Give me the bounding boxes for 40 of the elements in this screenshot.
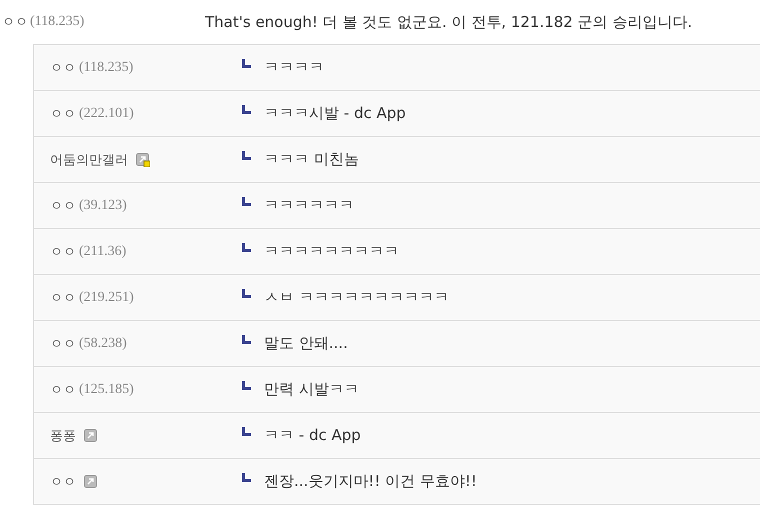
ip-address: (222.101) [79, 106, 134, 122]
reply-arrow-icon [242, 243, 251, 252]
user-name: ㅇㅇ [50, 474, 76, 490]
reply-arrow-icon [242, 473, 251, 482]
user-name: ㅇㅇ [2, 14, 28, 31]
reply-text: 만력 시발ㅋㅋ [264, 380, 359, 399]
reply-arrow-icon [242, 151, 251, 160]
reply-text: 젠장...웃기지마!! 이건 무효야!! [264, 472, 477, 491]
user-name: ㅇㅇ [50, 336, 76, 352]
reply-text: ㅋㅋ - dc App [264, 426, 361, 445]
reply-text: ㅋㅋㅋㅋ [264, 58, 324, 77]
reply-arrow-icon [242, 197, 251, 206]
reply-text: ㅅㅂ ㅋㅋㅋㅋㅋㅋㅋㅋㅋㅋ [264, 288, 449, 307]
ip-address: (58.238) [79, 336, 127, 352]
reply-arrow-icon [242, 427, 251, 436]
ip-address: (118.235) [79, 60, 134, 76]
ip-address: (118.235) [30, 14, 84, 30]
ip-address: (219.251) [79, 290, 134, 306]
ip-address: (39.123) [79, 198, 127, 214]
user-name: ㅇㅇ [50, 60, 76, 76]
reply-text: ㅋㅋㅋㅋㅋㅋㅋㅋㅋ [264, 242, 399, 261]
user-name: ㅇㅇ [50, 244, 76, 260]
reply-arrow-icon [242, 59, 251, 68]
ip-address: (211.36) [79, 244, 126, 260]
user-name: ㅇㅇ [50, 106, 76, 122]
reply-text: 말도 안돼.... [264, 334, 348, 353]
user-name: 어둠의만갤러 [50, 152, 128, 168]
ip-address: (125.185) [79, 382, 134, 398]
reply-arrow-icon [242, 289, 251, 298]
reply-arrow-icon [242, 335, 251, 344]
reply-text: ㅋㅋㅋ 미친놈 [264, 150, 359, 169]
user-name: ㅇㅇ [50, 290, 76, 306]
comment-text: That's enough! 더 볼 것도 없군요. 이 전투, 121.182 군의 승리입니다. [205, 12, 692, 32]
reply-text: ㅋㅋㅋㅋㅋㅋ [264, 196, 354, 215]
user-name: ㅇㅇ [50, 198, 76, 214]
user-name: ㅇㅇ [50, 382, 76, 398]
reply-arrow-icon [242, 105, 251, 114]
reply-arrow-icon [242, 381, 251, 390]
reply-text: ㅋㅋㅋ시발 - dc App [264, 104, 406, 123]
user-name: 퐁퐁 [50, 428, 76, 444]
